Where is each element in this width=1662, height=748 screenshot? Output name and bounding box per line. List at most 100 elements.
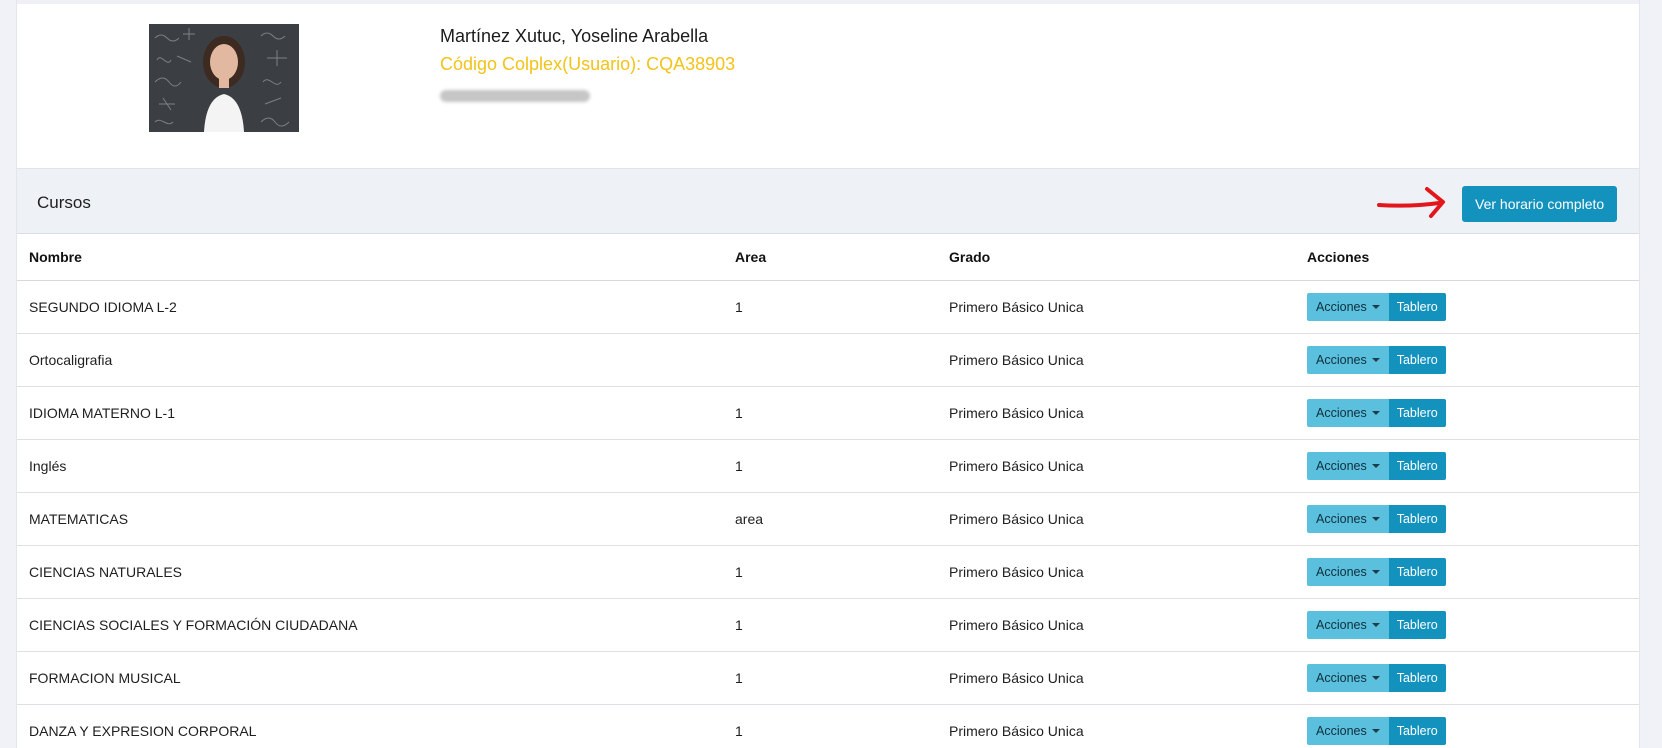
- courses-table: Nombre Area Grado Acciones SEGUNDO IDIOM…: [17, 234, 1639, 748]
- course-area: 1: [723, 280, 937, 334]
- course-actions: Acciones Tablero: [1295, 704, 1639, 748]
- tablero-button[interactable]: Tablero: [1388, 292, 1446, 321]
- acciones-dropdown-button[interactable]: Acciones: [1307, 345, 1389, 374]
- acciones-dropdown-button[interactable]: Acciones: [1307, 398, 1389, 427]
- action-button-group: Acciones Tablero: [1307, 292, 1446, 321]
- acciones-label: Acciones: [1316, 299, 1367, 314]
- acciones-label: Acciones: [1316, 458, 1367, 473]
- acciones-dropdown-button[interactable]: Acciones: [1307, 451, 1389, 480]
- course-grade: Primero Básico Unica: [937, 333, 1295, 387]
- course-grade: Primero Básico Unica: [937, 386, 1295, 440]
- table-row: CIENCIAS SOCIALES Y FORMACIÓN CIUDADANA …: [17, 598, 1639, 652]
- tablero-button[interactable]: Tablero: [1388, 398, 1446, 427]
- action-button-group: Acciones Tablero: [1307, 557, 1446, 586]
- caret-down-icon: [1371, 728, 1380, 733]
- course-area: 1: [723, 651, 937, 705]
- tablero-button[interactable]: Tablero: [1388, 610, 1446, 639]
- caret-down-icon: [1371, 622, 1380, 627]
- acciones-label: Acciones: [1316, 352, 1367, 367]
- action-button-group: Acciones Tablero: [1307, 345, 1446, 374]
- tablero-button[interactable]: Tablero: [1388, 716, 1446, 745]
- course-actions: Acciones Tablero: [1295, 439, 1639, 493]
- column-header-area: Area: [723, 234, 937, 281]
- course-actions: Acciones Tablero: [1295, 386, 1639, 440]
- course-area: area: [723, 492, 937, 546]
- table-row: FORMACION MUSICAL 1 Primero Básico Unica…: [17, 651, 1639, 705]
- column-header-nombre: Nombre: [17, 234, 723, 281]
- acciones-label: Acciones: [1316, 670, 1367, 685]
- tablero-button[interactable]: Tablero: [1388, 663, 1446, 692]
- caret-down-icon: [1371, 357, 1380, 362]
- action-button-group: Acciones Tablero: [1307, 663, 1446, 692]
- acciones-dropdown-button[interactable]: Acciones: [1307, 504, 1389, 533]
- courses-card-header: Cursos Ver horario completo: [17, 168, 1639, 234]
- column-header-grado: Grado: [937, 234, 1295, 281]
- column-header-acciones: Acciones: [1295, 234, 1639, 281]
- course-area: [723, 333, 937, 387]
- course-name: MATEMATICAS: [17, 492, 723, 546]
- caret-down-icon: [1371, 304, 1380, 309]
- course-name: IDIOMA MATERNO L-1: [17, 386, 723, 440]
- tablero-button[interactable]: Tablero: [1388, 557, 1446, 586]
- profile-photo: [149, 24, 299, 132]
- course-actions: Acciones Tablero: [1295, 651, 1639, 705]
- course-area: 1: [723, 598, 937, 652]
- table-row: IDIOMA MATERNO L-1 1 Primero Básico Unic…: [17, 386, 1639, 440]
- caret-down-icon: [1371, 410, 1380, 415]
- teacher-user-code: Código Colplex(Usuario): CQA38903: [440, 54, 736, 74]
- caret-down-icon: [1371, 463, 1380, 468]
- course-grade: Primero Básico Unica: [937, 598, 1295, 652]
- acciones-label: Acciones: [1316, 723, 1367, 738]
- action-button-group: Acciones Tablero: [1307, 610, 1446, 639]
- action-button-group: Acciones Tablero: [1307, 398, 1446, 427]
- course-grade: Primero Básico Unica: [937, 545, 1295, 599]
- course-name: Ortocaligrafia: [17, 333, 723, 387]
- teacher-profile: Martínez Xutuc, Yoseline Arabella Código…: [17, 4, 1639, 168]
- table-row: MATEMATICAS area Primero Básico Unica Ac…: [17, 492, 1639, 546]
- caret-down-icon: [1371, 675, 1380, 680]
- view-full-schedule-button[interactable]: Ver horario completo: [1462, 186, 1618, 222]
- acciones-dropdown-button[interactable]: Acciones: [1307, 557, 1389, 586]
- tablero-button[interactable]: Tablero: [1388, 504, 1446, 533]
- tablero-button[interactable]: Tablero: [1388, 451, 1446, 480]
- red-arrow-icon: [1377, 187, 1445, 218]
- course-grade: Primero Básico Unica: [937, 439, 1295, 493]
- course-grade: Primero Básico Unica: [937, 704, 1295, 748]
- course-grade: Primero Básico Unica: [937, 492, 1295, 546]
- courses-title: Cursos: [37, 193, 91, 212]
- course-name: DANZA Y EXPRESION CORPORAL: [17, 704, 723, 748]
- course-grade: Primero Básico Unica: [937, 280, 1295, 334]
- course-name: SEGUNDO IDIOMA L-2: [17, 280, 723, 334]
- redacted-email: [440, 90, 590, 102]
- acciones-dropdown-button[interactable]: Acciones: [1307, 610, 1389, 639]
- caret-down-icon: [1371, 516, 1380, 521]
- course-name: CIENCIAS SOCIALES Y FORMACIÓN CIUDADANA: [17, 598, 723, 652]
- course-actions: Acciones Tablero: [1295, 333, 1639, 387]
- table-header-row: Nombre Area Grado Acciones: [17, 234, 1639, 281]
- course-actions: Acciones Tablero: [1295, 545, 1639, 599]
- acciones-label: Acciones: [1316, 564, 1367, 579]
- table-row: Inglés 1 Primero Básico Unica Acciones T…: [17, 439, 1639, 493]
- action-button-group: Acciones Tablero: [1307, 451, 1446, 480]
- acciones-label: Acciones: [1316, 511, 1367, 526]
- course-name: CIENCIAS NATURALES: [17, 545, 723, 599]
- course-actions: Acciones Tablero: [1295, 280, 1639, 334]
- teacher-name: Martínez Xutuc, Yoseline Arabella: [440, 26, 709, 46]
- course-name: Inglés: [17, 439, 723, 493]
- course-grade: Primero Básico Unica: [937, 651, 1295, 705]
- acciones-dropdown-button[interactable]: Acciones: [1307, 716, 1389, 745]
- table-row: DANZA Y EXPRESION CORPORAL 1 Primero Bás…: [17, 704, 1639, 748]
- table-row: SEGUNDO IDIOMA L-2 1 Primero Básico Unic…: [17, 280, 1639, 334]
- acciones-dropdown-button[interactable]: Acciones: [1307, 292, 1389, 321]
- acciones-label: Acciones: [1316, 617, 1367, 632]
- course-actions: Acciones Tablero: [1295, 598, 1639, 652]
- tablero-button[interactable]: Tablero: [1388, 345, 1446, 374]
- course-actions: Acciones Tablero: [1295, 492, 1639, 546]
- course-area: 1: [723, 704, 937, 748]
- acciones-dropdown-button[interactable]: Acciones: [1307, 663, 1389, 692]
- caret-down-icon: [1371, 569, 1380, 574]
- main-page: Martínez Xutuc, Yoseline Arabella Código…: [16, 0, 1640, 748]
- table-row: CIENCIAS NATURALES 1 Primero Básico Unic…: [17, 545, 1639, 599]
- table-row: Ortocaligrafia Primero Básico Unica Acci…: [17, 333, 1639, 387]
- action-button-group: Acciones Tablero: [1307, 716, 1446, 745]
